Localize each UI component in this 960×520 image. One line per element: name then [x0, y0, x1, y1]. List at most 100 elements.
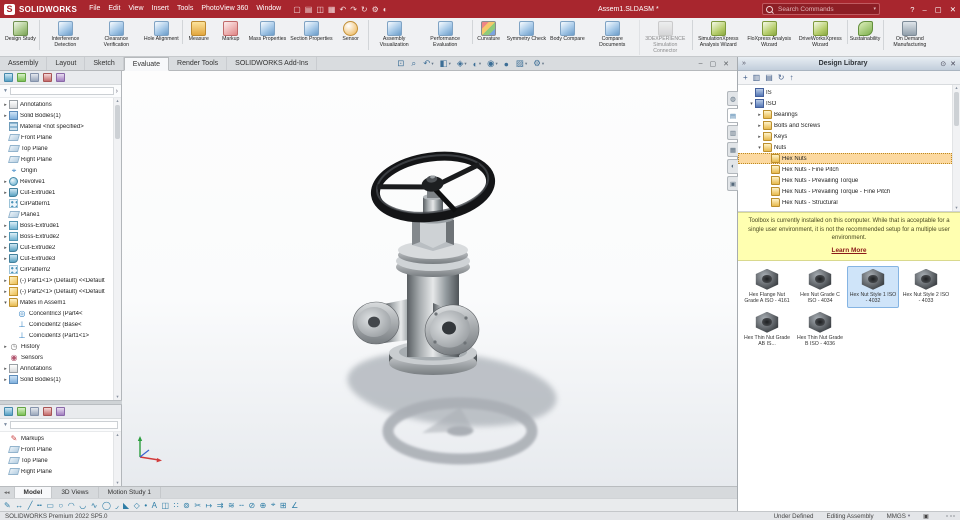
expand-arrow-icon[interactable]: ▸	[756, 123, 763, 129]
tree-item[interactable]: Right Plane	[0, 466, 113, 477]
centerpoint-arc-icon[interactable]: ◠	[68, 501, 75, 510]
dropdown-caret-icon[interactable]: ▾	[464, 61, 466, 67]
ribbon-button[interactable]: Section Properties	[288, 20, 334, 44]
ribbon-button[interactable]: Sustainability	[846, 20, 883, 44]
tree-item[interactable]: Front Plane	[0, 444, 113, 455]
print-icon[interactable]: ▦	[328, 5, 336, 14]
design-library-tab-icon[interactable]: ▤	[727, 108, 738, 123]
feature-tree-item[interactable]: CirPattern1	[0, 198, 113, 209]
dropdown-caret-icon[interactable]: ▾	[496, 61, 498, 67]
grid-system-icon[interactable]: ⊞	[280, 501, 287, 510]
expand-arrow-icon[interactable]: ▸	[2, 289, 9, 295]
add-file-location-icon[interactable]: ▥	[753, 73, 761, 82]
refresh-icon[interactable]: ↻	[778, 73, 785, 82]
ribbon-button[interactable]: Interference Detection	[38, 20, 91, 50]
scroll-down-icon[interactable]: ▾	[955, 205, 957, 211]
instant2d-icon[interactable]: ∠	[291, 501, 298, 510]
feature-tree-item[interactable]: Front Plane	[0, 132, 113, 143]
graphics-viewport[interactable]	[122, 71, 737, 486]
sketch-icon[interactable]: ✎	[4, 501, 11, 510]
library-tree-item[interactable]: Hex Nuts - Prevailing Torque - Fine Pitc…	[738, 186, 952, 197]
point-icon[interactable]: •	[144, 501, 147, 510]
view-palette-tab-icon[interactable]: ▦	[727, 142, 738, 157]
linear-sketch-pattern-icon[interactable]: ∷	[174, 501, 179, 510]
scrollbar-thumb[interactable]	[954, 92, 959, 126]
view-settings-icon[interactable]: ⚙ ▾	[533, 58, 544, 69]
library-tree-item[interactable]: ▾ Nuts	[738, 142, 952, 153]
dropdown-caret-icon[interactable]: ▾	[525, 61, 527, 67]
smart-dimension-icon[interactable]: ↔	[15, 501, 23, 510]
learn-more-link[interactable]: Learn More	[831, 246, 866, 255]
filter-icon[interactable]: ▼	[3, 88, 8, 94]
corner-rectangle-icon[interactable]: ▭	[46, 501, 54, 510]
convert-entities-icon[interactable]: ⇉	[217, 501, 224, 510]
feature-tree-scrollbar[interactable]: ▴ ▾	[113, 98, 121, 400]
pin-icon[interactable]: ⊙	[940, 60, 946, 68]
menu-item[interactable]: Window	[252, 0, 285, 18]
menu-item[interactable]: Edit	[104, 0, 124, 18]
feature-tree-item[interactable]: ⌖ Origin	[0, 165, 113, 176]
library-part-item[interactable]: Hex Flange Nut Grade A ISO - 4161	[741, 266, 793, 308]
expand-arrow-icon[interactable]: ▸	[2, 256, 9, 262]
scroll-tabs-icon[interactable]: ◂◂	[0, 487, 15, 498]
ribbon-button[interactable]: Assembly Visualization	[367, 20, 420, 50]
save-icon[interactable]: ◫	[316, 5, 324, 14]
dropdown-caret-icon[interactable]: ▾	[431, 61, 433, 67]
document-tab[interactable]: 3D Views	[52, 487, 99, 498]
displaymanager-tab-icon[interactable]	[56, 407, 65, 416]
featuremanager-tab-icon[interactable]	[4, 73, 13, 82]
viewport-close-icon[interactable]: ✕	[723, 60, 729, 68]
feature-tree-item[interactable]: ▸ (-) Part1<1> (Default) <<Default	[0, 275, 113, 286]
ribbon-button[interactable]: Markup	[215, 20, 247, 44]
zoom-to-area-icon[interactable]: ⌕	[411, 58, 417, 69]
expand-arrow-icon[interactable]: ▸	[2, 179, 9, 185]
library-part-item[interactable]: Hex Nut Style 2 ISO - 4033	[900, 266, 952, 308]
library-tree-item[interactable]: Hex Nuts	[738, 153, 952, 164]
feature-tree-item[interactable]: ▸ Solid Bodies(1)	[0, 374, 113, 385]
secondary-tree-scrollbar[interactable]: ▴ ▾	[113, 432, 121, 486]
panel-overflow-chevron-icon[interactable]: ›	[116, 88, 118, 95]
3dexperience-tab-icon[interactable]: ◍	[727, 91, 738, 106]
feature-tree-item[interactable]: ▸ Cut-Extrude1	[0, 187, 113, 198]
open-icon[interactable]: ▤	[305, 5, 313, 14]
expand-arrow-icon[interactable]: ▸	[756, 134, 763, 140]
zoom-to-fit-icon[interactable]: ⊡	[397, 58, 405, 69]
command-tab[interactable]: SOLIDWORKS Add-Ins	[227, 57, 318, 70]
feature-tree-item[interactable]: ▸ Annotations	[0, 99, 113, 110]
scroll-down-icon[interactable]: ▾	[116, 480, 118, 486]
expand-arrow-icon[interactable]: ▾	[748, 101, 755, 107]
tree-filter-input-secondary[interactable]	[9, 421, 118, 429]
tree-item[interactable]: ✎ Markups	[0, 433, 113, 444]
close-icon[interactable]: ✕	[950, 5, 956, 14]
minimize-icon[interactable]: –	[922, 5, 926, 14]
configurationmanager-tab-icon[interactable]	[30, 407, 39, 416]
sketch-fillet-icon[interactable]: ◞	[115, 501, 118, 510]
menu-item[interactable]: Tools	[173, 0, 197, 18]
library-tree-item[interactable]: Hex Nuts - Fine Pitch	[738, 164, 952, 175]
featuremanager-tab-icon[interactable]	[4, 407, 13, 416]
expand-arrow-icon[interactable]: ▸	[2, 344, 9, 350]
valve-3d-model[interactable]	[122, 71, 737, 486]
ribbon-button[interactable]: Design Study	[3, 20, 38, 44]
ribbon-button[interactable]: Performance Evaluation	[420, 20, 471, 50]
ribbon-button[interactable]: 3DEXPERIENCE Simulation Connector	[638, 20, 691, 56]
expand-arrow-icon[interactable]: ▸	[2, 377, 9, 383]
text-icon[interactable]: A	[152, 501, 157, 510]
edit-appearance-icon[interactable]: ◐	[383, 5, 388, 14]
feature-tree-item[interactable]: Material <not specified>	[0, 121, 113, 132]
expand-arrow-icon[interactable]: ▸	[2, 234, 9, 240]
feature-tree-item[interactable]: Plane1	[0, 209, 113, 220]
apply-scene-icon[interactable]: ▨ ▾	[516, 58, 527, 69]
undo-icon[interactable]: ↶	[339, 5, 346, 14]
propertymanager-tab-icon[interactable]	[17, 73, 26, 82]
command-tab[interactable]: Layout	[47, 57, 86, 70]
repair-sketch-icon[interactable]: ⊕	[260, 501, 267, 510]
quick-snaps-icon[interactable]: ⌖	[271, 500, 276, 510]
display-style-icon[interactable]: ◐ ▾	[473, 59, 481, 69]
library-tree-scrollbar[interactable]: ▴ ▾	[952, 85, 960, 211]
ribbon-button[interactable]: DriveWorksXpress Wizard	[795, 20, 846, 50]
mirror-entities-icon[interactable]: ◫	[161, 501, 169, 510]
feature-tree-item[interactable]: ▸ Solid Bodies(1)	[0, 110, 113, 121]
feature-tree-item[interactable]: ▸ Boss-Extrude1	[0, 220, 113, 231]
feature-tree-item[interactable]: Top Plane	[0, 143, 113, 154]
